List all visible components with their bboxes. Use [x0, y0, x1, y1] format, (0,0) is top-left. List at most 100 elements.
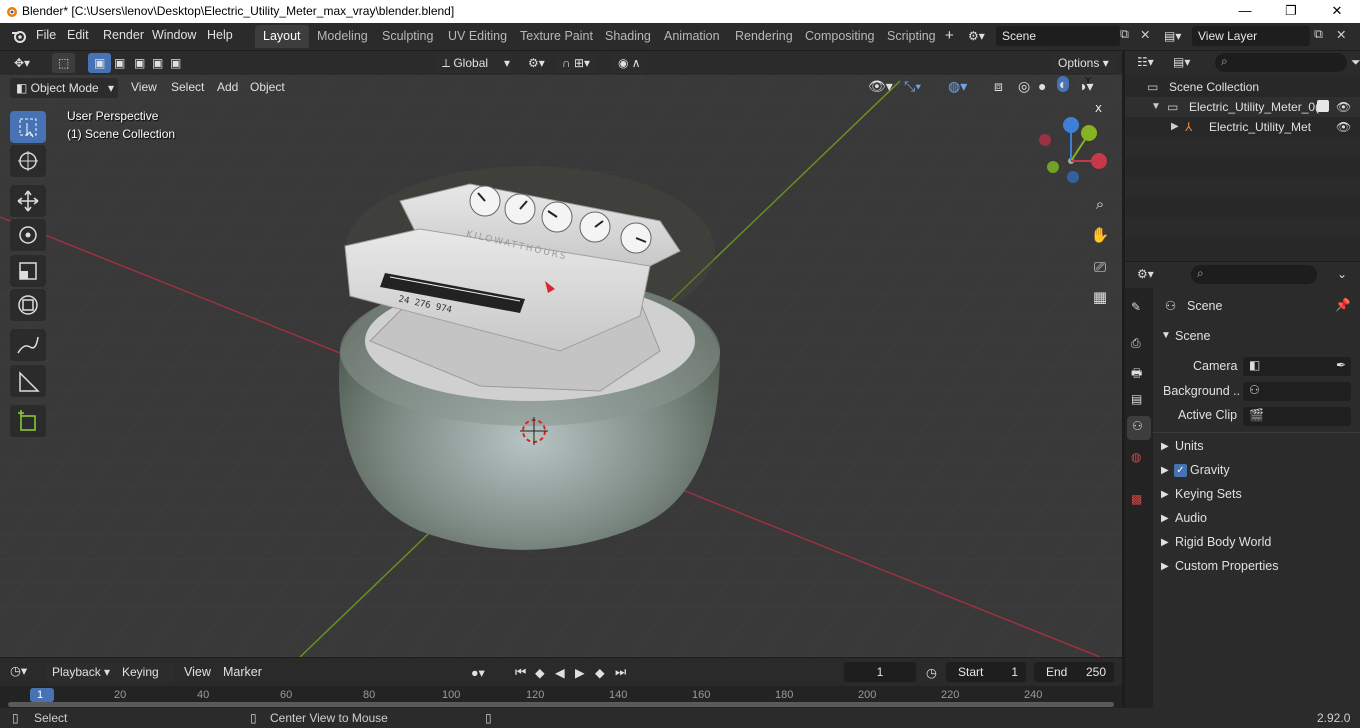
- expand-triangle-icon[interactable]: ▶: [1161, 537, 1169, 548]
- properties-search-input[interactable]: ⌕: [1191, 265, 1317, 284]
- prev-keyframe-icon[interactable]: ◆: [535, 665, 545, 680]
- active-clip-field[interactable]: 🎬: [1243, 407, 1351, 426]
- texture-tab-icon[interactable]: ▩: [1131, 492, 1142, 506]
- add-workspace-icon[interactable]: +: [945, 27, 954, 44]
- overlay-toggle-icon[interactable]: ◍▾: [948, 78, 967, 95]
- timeline-editor-icon[interactable]: ◷▾: [10, 663, 27, 678]
- viewport-menu-view[interactable]: View: [131, 80, 157, 94]
- expand-triangle-icon[interactable]: ▼: [1151, 97, 1161, 117]
- exclude-checkbox[interactable]: [1317, 100, 1329, 112]
- view-layer-icon[interactable]: ▤▾: [1164, 29, 1190, 45]
- tab-modeling[interactable]: Modeling: [309, 25, 376, 48]
- tab-shading[interactable]: Shading: [597, 25, 659, 48]
- maximize-button[interactable]: ❐: [1268, 0, 1314, 23]
- visibility-eye-icon[interactable]: 👁▾: [868, 78, 893, 95]
- menu-render[interactable]: Render: [103, 28, 144, 42]
- timeline-menu-marker[interactable]: Marker: [223, 665, 262, 679]
- playback-dropdown[interactable]: Playback ▾: [46, 662, 120, 682]
- pan-hand-icon[interactable]: ✋: [1086, 221, 1114, 249]
- background-field[interactable]: ⚇: [1243, 382, 1351, 401]
- cursor-tool[interactable]: [10, 145, 46, 177]
- view-layer-field[interactable]: View Layer: [1192, 26, 1310, 46]
- outliner-search-input[interactable]: ⌕: [1215, 53, 1347, 72]
- shading-material-icon[interactable]: ◐: [1057, 76, 1070, 92]
- filter-icon[interactable]: ⏷: [1351, 55, 1360, 70]
- visibility-eye-icon[interactable]: 👁: [1336, 117, 1351, 137]
- expand-triangle-icon[interactable]: ▶: [1161, 441, 1169, 452]
- delete-scene-icon[interactable]: ✕: [1140, 27, 1150, 42]
- shading-rendered-icon[interactable]: ◑▾: [1078, 78, 1093, 95]
- menu-window[interactable]: Window: [152, 28, 196, 42]
- timeline-scrollbar[interactable]: [8, 702, 1114, 707]
- menu-help[interactable]: Help: [207, 28, 233, 42]
- expand-triangle-icon[interactable]: ▶: [1161, 513, 1169, 524]
- scale-tool[interactable]: [10, 255, 46, 287]
- tab-sculpting[interactable]: Sculpting: [374, 25, 441, 48]
- timeline-ruler[interactable]: 1 20 40 60 80 100 120 140 160 180 200 22…: [0, 686, 1122, 708]
- view-layer-tab-icon[interactable]: ▤: [1131, 392, 1142, 406]
- xray-toggle-icon[interactable]: ⧈: [994, 78, 1003, 95]
- pivot-point-icon[interactable]: ⚙▾: [522, 53, 551, 73]
- tool-tab-icon[interactable]: ✎: [1131, 300, 1141, 314]
- outliner-editor-icon[interactable]: ☷▾: [1137, 55, 1154, 69]
- menu-file[interactable]: File: [36, 28, 56, 42]
- outliner-item-collection[interactable]: ▼ ▭ Electric_Utility_Meter_0(👁: [1125, 97, 1360, 117]
- ortho-grid-icon[interactable]: ▦: [1086, 283, 1114, 311]
- tab-uv-editing[interactable]: UV Editing: [440, 25, 515, 48]
- jump-end-icon[interactable]: ⏭: [615, 665, 626, 680]
- scene-name-field[interactable]: Scene: [996, 26, 1120, 46]
- outliner-display-mode-icon[interactable]: ▤▾: [1173, 55, 1190, 69]
- tab-layout[interactable]: Layout: [255, 25, 309, 48]
- select-box-tool[interactable]: [10, 111, 46, 143]
- move-tool[interactable]: [10, 185, 46, 217]
- expand-triangle-icon[interactable]: ▶: [1161, 489, 1169, 500]
- pin-icon[interactable]: 📌: [1335, 298, 1351, 313]
- camera-field[interactable]: ◧ ✒: [1243, 357, 1351, 376]
- chevron-down-icon[interactable]: ⌄: [1337, 267, 1347, 281]
- properties-editor-icon[interactable]: ⚙▾: [1137, 267, 1154, 281]
- annotate-tool[interactable]: [10, 329, 46, 361]
- shading-solid-icon[interactable]: ●: [1038, 78, 1046, 94]
- zoom-icon[interactable]: ⌕: [1086, 190, 1114, 218]
- scene-tab-icon[interactable]: ⚇: [1127, 416, 1151, 440]
- viewport-menu-object[interactable]: Object: [250, 80, 285, 94]
- add-cube-tool[interactable]: [10, 405, 46, 437]
- start-frame-field[interactable]: Start 1: [946, 662, 1026, 682]
- end-frame-field[interactable]: End 250: [1034, 662, 1114, 682]
- tab-rendering[interactable]: Rendering: [727, 25, 801, 48]
- outliner-scene-collection[interactable]: ▭ Scene Collection: [1125, 77, 1360, 97]
- options-dropdown[interactable]: Options ▾: [1052, 53, 1116, 73]
- tab-scripting[interactable]: Scripting: [879, 25, 944, 48]
- selection-intersect-icon[interactable]: ▣: [164, 53, 187, 73]
- output-tab-icon[interactable]: 🖶: [1131, 364, 1142, 385]
- expand-triangle-icon[interactable]: ▶: [1161, 561, 1169, 572]
- render-tab-icon[interactable]: ⎙: [1131, 336, 1141, 351]
- next-keyframe-icon[interactable]: ◆: [595, 665, 605, 680]
- expand-triangle-icon[interactable]: ▶: [1161, 465, 1169, 476]
- units-section[interactable]: Units: [1175, 439, 1203, 453]
- keying-sets-section[interactable]: Keying Sets: [1175, 487, 1242, 501]
- expand-triangle-icon[interactable]: ▶: [1171, 117, 1179, 137]
- clock-icon[interactable]: ◷: [926, 665, 937, 680]
- jump-start-icon[interactable]: ⏮: [515, 665, 526, 680]
- gravity-checkbox[interactable]: ✓: [1174, 464, 1187, 477]
- keying-dropdown[interactable]: Keying ▾: [116, 662, 174, 699]
- menu-edit[interactable]: Edit: [67, 28, 89, 42]
- close-button[interactable]: ✕: [1314, 0, 1360, 23]
- mode-dropdown[interactable]: ◧ Object Mode ▾: [10, 78, 118, 98]
- current-frame-field[interactable]: 1: [844, 662, 916, 682]
- blender-menu-icon[interactable]: [10, 28, 28, 44]
- timeline-menu-view[interactable]: View: [184, 665, 211, 679]
- tab-texture-paint[interactable]: Texture Paint: [512, 25, 601, 48]
- shading-wireframe-icon[interactable]: ◎: [1018, 78, 1030, 95]
- viewport-menu-add[interactable]: Add: [217, 80, 238, 94]
- camera-view-icon[interactable]: ⎚: [1086, 253, 1114, 281]
- scene-selector-icon[interactable]: ⚙▾: [968, 29, 990, 45]
- transform-orientation-dropdown[interactable]: ⟂ Global ▾: [436, 53, 514, 73]
- measure-tool[interactable]: [10, 365, 46, 397]
- gizmo-toggle-icon[interactable]: ⤡▾: [904, 78, 921, 95]
- world-tab-icon[interactable]: ◍: [1131, 450, 1141, 464]
- play-icon[interactable]: ▶: [575, 665, 585, 680]
- delete-view-layer-icon[interactable]: ✕: [1336, 27, 1346, 42]
- gravity-section[interactable]: Gravity: [1190, 463, 1230, 477]
